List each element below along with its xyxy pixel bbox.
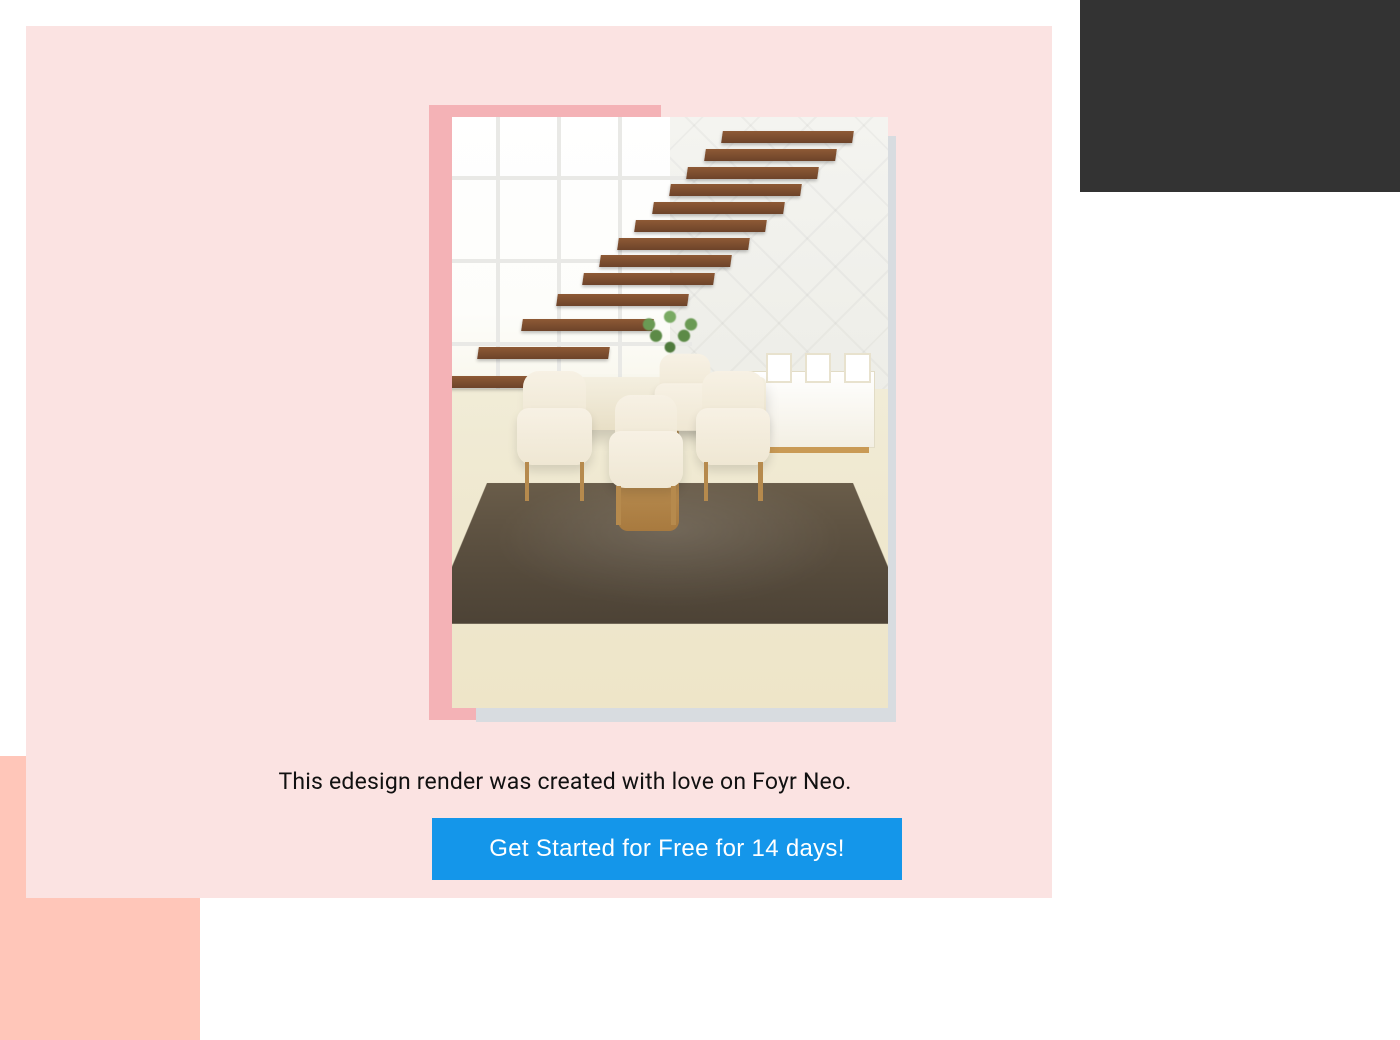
chair-icon [696, 371, 770, 501]
photo-frame-icon [805, 353, 831, 383]
hero-caption: This edesign render was created with lov… [52, 768, 1078, 795]
chair-icon [609, 395, 683, 525]
interior-render-image [452, 117, 888, 708]
decor-block-dark [1080, 0, 1400, 192]
get-started-button[interactable]: Get Started for Free for 14 days! [432, 818, 902, 880]
chair-icon [517, 371, 591, 501]
photo-frame-icon [844, 353, 870, 383]
hero-card: This edesign render was created with lov… [26, 26, 1052, 898]
